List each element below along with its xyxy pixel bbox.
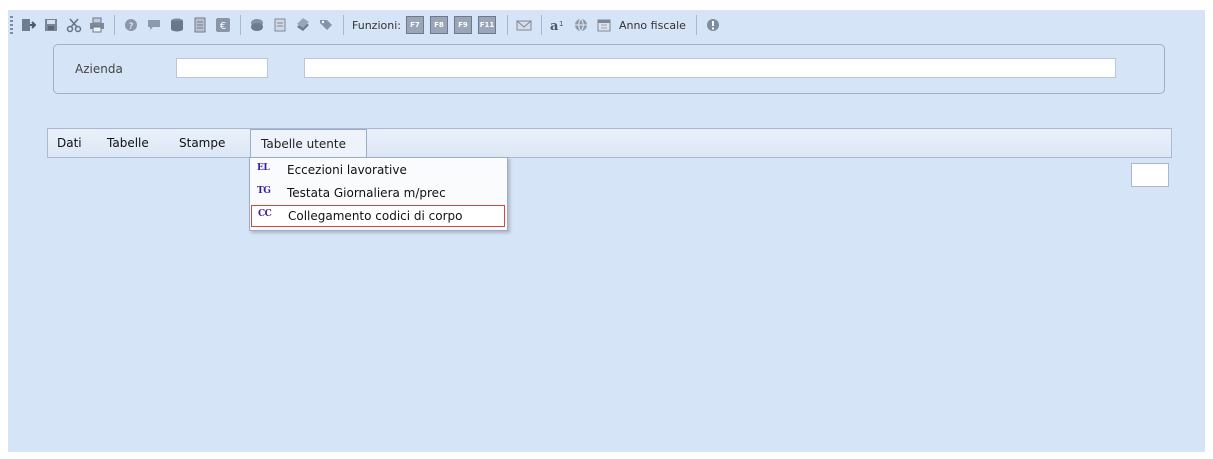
f8-button[interactable]: F8 bbox=[429, 16, 448, 34]
tabelle-utente-dropdown: EL Eccezioni lavorative TG Testata Giorn… bbox=[249, 157, 508, 231]
cc-icon: CC bbox=[258, 209, 272, 219]
page-icon[interactable] bbox=[269, 14, 291, 36]
menu-tabelle-utente[interactable]: Tabelle utente bbox=[250, 129, 367, 158]
font-icon[interactable]: a1 bbox=[547, 14, 569, 36]
tag-icon[interactable] bbox=[315, 14, 337, 36]
info-icon[interactable] bbox=[702, 14, 724, 36]
database-icon[interactable] bbox=[166, 14, 188, 36]
toolbar-separator bbox=[114, 15, 115, 35]
toolbar-separator bbox=[540, 15, 542, 35]
euro-icon[interactable]: € bbox=[212, 14, 234, 36]
svg-text:?: ? bbox=[129, 22, 134, 32]
cut-icon[interactable] bbox=[63, 14, 85, 36]
azienda-description-input[interactable] bbox=[304, 58, 1116, 78]
toolbar-grip[interactable] bbox=[10, 16, 13, 34]
functions-label: Funzioni: bbox=[352, 18, 401, 32]
azienda-label: Azienda bbox=[75, 62, 123, 76]
menu-item-label: Eccezioni lavorative bbox=[287, 163, 407, 177]
el-icon: EL bbox=[257, 163, 270, 173]
menu-item-label: Collegamento codici di corpo bbox=[288, 209, 463, 223]
toolbar-separator bbox=[506, 15, 508, 35]
stack-icon[interactable] bbox=[246, 14, 268, 36]
app-window: ? € Funzioni: F7 F8 F9 F11 a 1 Anno fisc… bbox=[8, 10, 1205, 452]
comment-icon[interactable] bbox=[143, 14, 165, 36]
f9-button[interactable]: F9 bbox=[453, 16, 472, 34]
f7-button[interactable]: F7 bbox=[405, 16, 424, 34]
print-icon[interactable] bbox=[86, 14, 108, 36]
svg-text:€: € bbox=[220, 21, 226, 32]
svg-text:1: 1 bbox=[559, 20, 563, 28]
fiscal-year-label[interactable]: Anno fiscale bbox=[619, 19, 686, 32]
side-input[interactable] bbox=[1131, 163, 1169, 187]
menu-tabelle[interactable]: Tabelle bbox=[107, 136, 149, 150]
toolbar-separator bbox=[240, 15, 241, 35]
menu-item-eccezioni-lavorative[interactable]: EL Eccezioni lavorative bbox=[250, 159, 507, 181]
calendar-icon[interactable] bbox=[593, 14, 615, 36]
menu-item-collegamento-codici[interactable]: CC Collegamento codici di corpo bbox=[251, 205, 505, 227]
toolbar: ? € Funzioni: F7 F8 F9 F11 a 1 Anno fisc… bbox=[8, 10, 1205, 40]
document-icon[interactable] bbox=[189, 14, 211, 36]
toolbar-separator bbox=[695, 15, 697, 35]
f11-button[interactable]: F11 bbox=[477, 16, 496, 34]
books-icon[interactable] bbox=[292, 14, 314, 36]
menu-stampe[interactable]: Stampe bbox=[179, 136, 225, 150]
mail-icon[interactable] bbox=[513, 14, 535, 36]
azienda-panel: Azienda bbox=[53, 44, 1165, 94]
help-icon[interactable]: ? bbox=[120, 14, 142, 36]
menu-dati[interactable]: Dati bbox=[57, 136, 82, 150]
menu-item-label: Testata Giornaliera m/prec bbox=[287, 186, 446, 200]
globe-icon[interactable] bbox=[570, 14, 592, 36]
toolbar-separator bbox=[343, 15, 344, 35]
menubar: Dati Tabelle Stampe Tabelle utente bbox=[47, 128, 1172, 158]
save-icon[interactable] bbox=[40, 14, 62, 36]
svg-text:a: a bbox=[550, 19, 559, 33]
menu-item-testata-giornaliera[interactable]: TG Testata Giornaliera m/prec bbox=[250, 182, 507, 204]
exit-icon[interactable] bbox=[17, 14, 39, 36]
tg-icon: TG bbox=[257, 186, 271, 196]
menu-tabelle-utente-label: Tabelle utente bbox=[261, 137, 346, 151]
azienda-code-input[interactable] bbox=[176, 58, 268, 78]
